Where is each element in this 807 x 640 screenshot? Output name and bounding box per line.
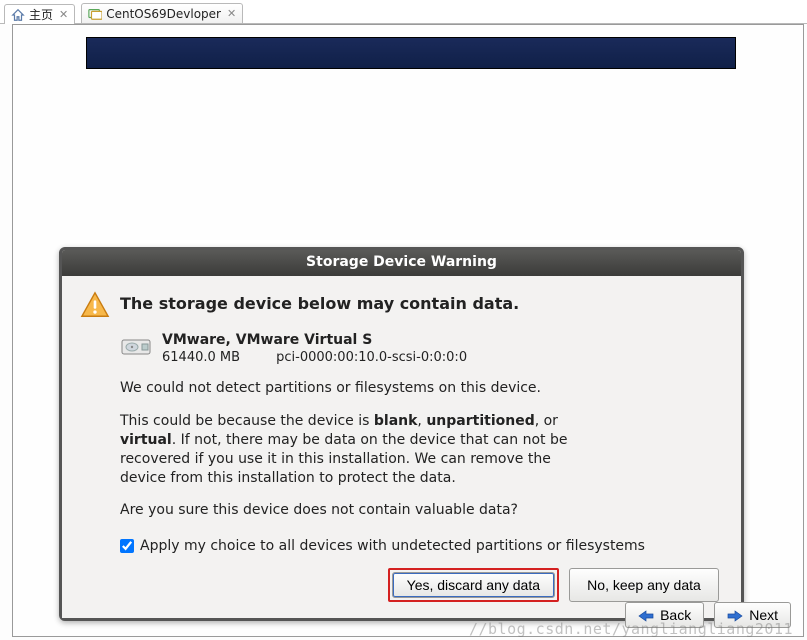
apply-all-checkbox-row[interactable]: Apply my choice to all devices with unde… bbox=[120, 538, 723, 554]
back-label: Back bbox=[660, 607, 691, 623]
dialog-body: The storage device below may contain dat… bbox=[62, 276, 741, 618]
device-details: 61440.0 MB pci-0000:00:10.0-scsi-0:0:0:0 bbox=[162, 350, 467, 365]
tab-home[interactable]: 主页 ✕ bbox=[4, 4, 75, 24]
dialog-paragraph-1: We could not detect partitions or filesy… bbox=[120, 379, 723, 398]
warning-icon bbox=[80, 290, 110, 320]
wizard-nav: Back Next bbox=[625, 602, 791, 628]
back-button[interactable]: Back bbox=[625, 602, 704, 628]
storage-warning-dialog: Storage Device Warning The storage devic… bbox=[59, 247, 744, 621]
tab-home-label: 主页 bbox=[29, 6, 53, 23]
device-path: pci-0000:00:10.0-scsi-0:0:0:0 bbox=[276, 350, 467, 365]
next-label: Next bbox=[749, 607, 778, 623]
dialog-button-row: Yes, discard any data No, keep any data bbox=[80, 568, 719, 602]
dialog-title: Storage Device Warning bbox=[62, 250, 741, 276]
home-icon bbox=[11, 8, 25, 22]
apply-all-label: Apply my choice to all devices with unde… bbox=[140, 538, 645, 554]
device-name: VMware, VMware Virtual S bbox=[162, 332, 467, 348]
vm-icon bbox=[88, 7, 102, 21]
next-button[interactable]: Next bbox=[714, 602, 791, 628]
arrow-left-icon bbox=[638, 609, 654, 621]
device-size: 61440.0 MB bbox=[162, 350, 272, 365]
dialog-paragraph-2: This could be because the device is blan… bbox=[120, 412, 590, 488]
dialog-heading: The storage device below may contain dat… bbox=[120, 294, 519, 313]
tab-vm-label: CentOS69Devloper bbox=[106, 7, 221, 21]
apply-all-checkbox[interactable] bbox=[120, 539, 134, 553]
workspace: Storage Device Warning The storage devic… bbox=[12, 24, 804, 637]
tab-bar: 主页 ✕ CentOS69Devloper ✕ bbox=[0, 0, 807, 24]
hard-drive-icon bbox=[120, 334, 152, 358]
no-keep-button[interactable]: No, keep any data bbox=[569, 568, 719, 602]
installer-banner bbox=[86, 37, 736, 69]
close-icon[interactable]: ✕ bbox=[59, 8, 68, 21]
yes-discard-button[interactable]: Yes, discard any data bbox=[392, 572, 555, 598]
tab-vm[interactable]: CentOS69Devloper ✕ bbox=[81, 3, 243, 23]
arrow-right-icon bbox=[727, 609, 743, 621]
highlight-marker: Yes, discard any data bbox=[388, 568, 559, 602]
dialog-paragraph-3: Are you sure this device does not contai… bbox=[120, 501, 723, 520]
close-icon[interactable]: ✕ bbox=[227, 7, 236, 20]
